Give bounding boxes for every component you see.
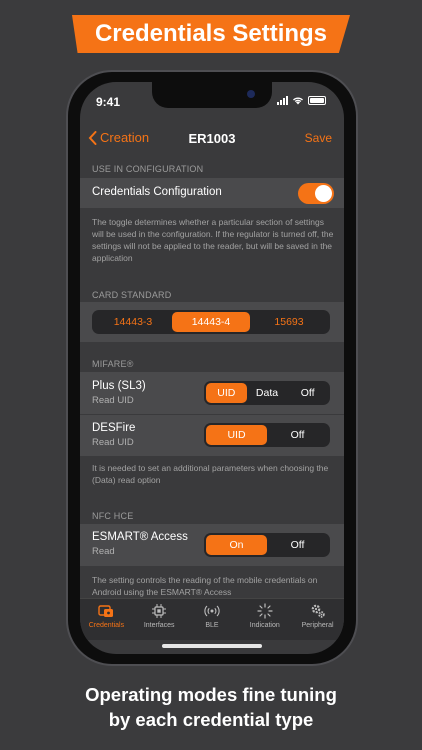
mifare-plus-row: Plus (SL3) Read UID UID Data Off (80, 372, 344, 414)
banner-title: Credentials Settings (94, 20, 328, 47)
tab-credentials-label: Credentials (88, 622, 125, 629)
esmart-access-off-option[interactable]: Off (267, 535, 328, 555)
mifare-desfire-subtitle: Read UID (92, 437, 134, 448)
camera-icon (247, 90, 255, 98)
status-time: 9:41 (96, 95, 121, 109)
caption-line-2: by each credential type (108, 709, 314, 730)
phone-frame: 9:41 Creation ER1003 Save USE IN CONFIGU… (66, 70, 358, 666)
section-mifare: MIFARE® (92, 359, 134, 369)
caption-line-1: Operating modes fine tuning (85, 684, 337, 705)
mifare-plus-off-option[interactable]: Off (287, 383, 328, 403)
credentials-icon (98, 605, 114, 617)
nav-bar: Creation ER1003 Save (80, 120, 344, 156)
nfc-hce-description: The setting controls the reading of the … (92, 575, 318, 597)
tab-peripheral[interactable]: Peripheral (291, 599, 344, 640)
indication-icon (257, 603, 273, 619)
esmart-access-on-option[interactable]: On (206, 535, 267, 555)
battery-icon (308, 96, 326, 105)
mifare-desfire-title: DESFire (92, 422, 136, 434)
esmart-access-selector: On Off (204, 533, 330, 557)
settings-content: USE IN CONFIGURATION Credentials Configu… (80, 156, 344, 597)
card-standard-14443-3[interactable]: 14443-3 (94, 312, 172, 332)
mifare-plus-selector: UID Data Off (204, 381, 330, 405)
tab-interfaces-label: Interfaces (143, 622, 175, 629)
notch (152, 82, 272, 108)
mifare-plus-title: Plus (SL3) (92, 380, 146, 392)
mifare-plus-subtitle: Read UID (92, 395, 134, 406)
credentials-configuration-row: Credentials Configuration (80, 178, 344, 208)
card-standard-15693[interactable]: 15693 (250, 312, 328, 332)
save-button[interactable]: Save (305, 131, 332, 145)
tab-ble-label: BLE (205, 622, 219, 629)
mifare-plus-uid-option[interactable]: UID (206, 383, 247, 403)
tab-peripheral-label: Peripheral (301, 622, 334, 629)
chip-icon (152, 604, 167, 618)
credentials-configuration-label: Credentials Configuration (92, 186, 222, 198)
home-indicator[interactable] (162, 644, 262, 648)
mifare-description: It is needed to set an additional parame… (92, 463, 329, 485)
credentials-configuration-toggle[interactable] (298, 183, 334, 204)
signal-icon (277, 96, 288, 105)
ble-icon (204, 605, 220, 617)
esmart-access-subtitle: Read (92, 546, 115, 557)
tab-indication[interactable]: Indication (238, 599, 291, 640)
tab-interfaces[interactable]: Interfaces (133, 599, 186, 640)
caption: Operating modes fine tuning by each cred… (0, 682, 422, 732)
toggle-knob (315, 185, 332, 202)
section-card-standard: CARD STANDARD (92, 290, 172, 300)
use-in-configuration-description: The toggle determines whether a particul… (92, 217, 334, 263)
card-standard-selector: 14443-3 14443-4 15693 (92, 310, 330, 334)
tab-credentials[interactable]: Credentials (80, 599, 133, 640)
esmart-access-row: ESMART® Access Read On Off (80, 524, 344, 566)
tab-indication-label: Indication (249, 622, 280, 629)
phone-screen: 9:41 Creation ER1003 Save USE IN CONFIGU… (80, 82, 344, 654)
mifare-desfire-row: DESFire Read UID UID Off (80, 414, 344, 456)
mifare-plus-data-option[interactable]: Data (247, 383, 288, 403)
section-use-in-configuration: USE IN CONFIGURATION (92, 164, 204, 174)
banner: Credentials Settings (72, 15, 350, 53)
tab-bar: Credentials Interfaces BLE Indication Pe… (80, 598, 344, 640)
esmart-access-title: ESMART® Access (92, 531, 188, 543)
mifare-desfire-off-option[interactable]: Off (267, 425, 328, 445)
section-nfc-hce: NFC HCE (92, 511, 134, 521)
gears-icon (311, 604, 325, 618)
card-standard-row: 14443-3 14443-4 15693 (80, 302, 344, 342)
mifare-desfire-uid-option[interactable]: UID (206, 425, 267, 445)
mifare-desfire-selector: UID Off (204, 423, 330, 447)
tab-ble[interactable]: BLE (186, 599, 239, 640)
wifi-icon (293, 97, 303, 105)
card-standard-14443-4[interactable]: 14443-4 (172, 312, 250, 332)
